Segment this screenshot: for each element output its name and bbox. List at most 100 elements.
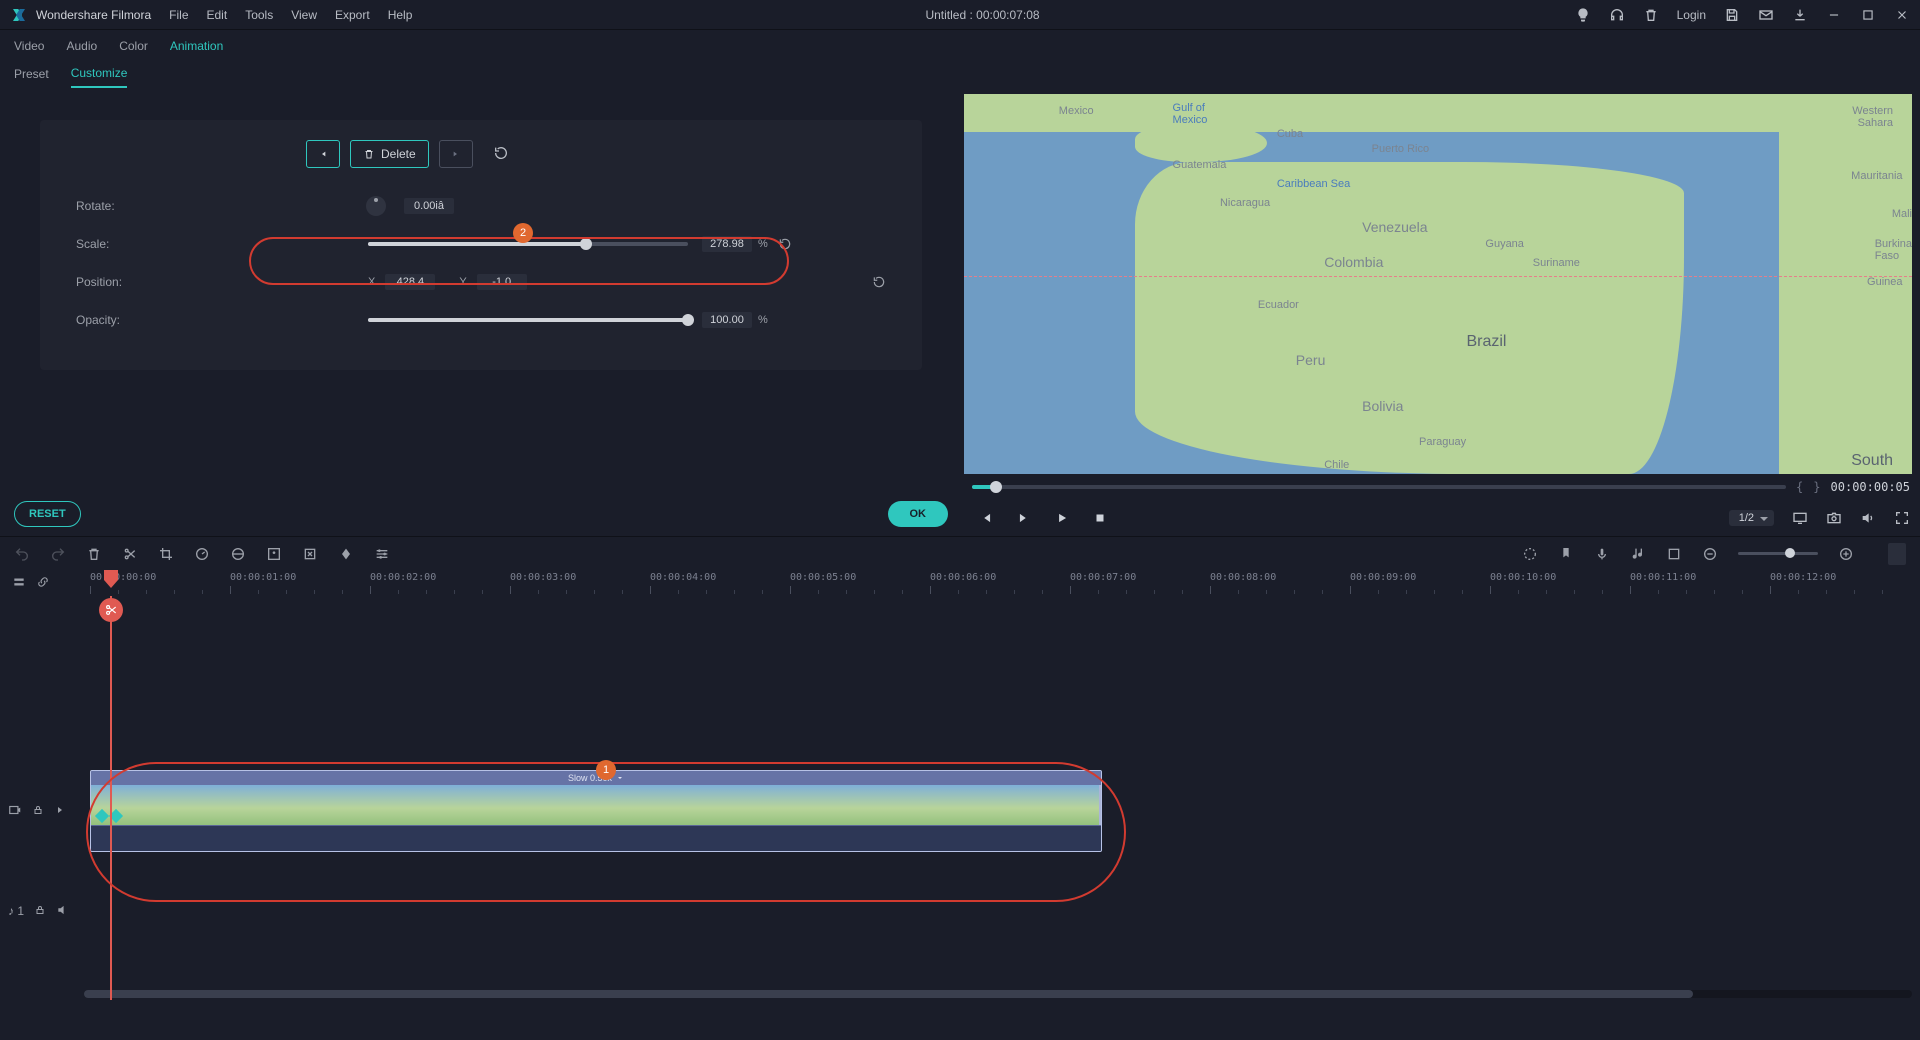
adjust-icon[interactable] [374, 546, 390, 562]
preview-scrub-slider[interactable] [972, 485, 1786, 489]
panel-footer: RESET OK [0, 492, 962, 536]
link-icon[interactable] [36, 575, 50, 592]
track-header-icon[interactable] [12, 575, 26, 592]
ok-button[interactable]: OK [888, 501, 949, 527]
rotate-dial[interactable] [366, 196, 386, 216]
crop-icon[interactable] [158, 546, 174, 562]
speed-icon[interactable] [194, 546, 210, 562]
fit-screen-icon[interactable] [302, 546, 318, 562]
preview-quality-dropdown[interactable]: 1/2 [1729, 510, 1774, 526]
next-frame-button[interactable] [1016, 510, 1032, 526]
save-icon[interactable] [1724, 7, 1740, 23]
green-screen-icon[interactable] [266, 546, 282, 562]
map-label: Brazil [1466, 333, 1506, 351]
position-x-value[interactable]: 428.4 [385, 274, 435, 290]
window-close-icon[interactable] [1894, 7, 1910, 23]
track-video-icon[interactable] [8, 803, 22, 820]
map-label: Ecuador [1258, 299, 1299, 311]
track-mute-icon[interactable] [56, 903, 70, 920]
map-label: Peru [1296, 352, 1326, 368]
reset-keyframe-icon[interactable] [493, 145, 509, 164]
lightbulb-icon[interactable] [1575, 7, 1591, 23]
split-icon[interactable] [122, 546, 138, 562]
map-label: Venezuela [1362, 219, 1427, 235]
mail-icon[interactable] [1758, 7, 1774, 23]
tab-audio[interactable]: Audio [66, 39, 97, 53]
tab-color[interactable]: Color [119, 39, 148, 53]
tab-video[interactable]: Video [14, 39, 44, 53]
scale-slider[interactable] [368, 242, 688, 246]
trash-icon[interactable] [1643, 7, 1659, 23]
voiceover-icon[interactable] [1594, 546, 1610, 562]
audio-track-body[interactable] [84, 896, 1920, 926]
redo-icon[interactable] [50, 546, 66, 562]
timeline-ruler[interactable]: 00:00:00:0000:00:01:0000:00:02:0000:00:0… [84, 570, 1920, 596]
track-lock-icon[interactable] [34, 904, 46, 919]
playhead-knob-icon[interactable] [102, 570, 120, 592]
keyframe-icon[interactable] [338, 546, 354, 562]
zoom-out-icon[interactable] [1702, 546, 1718, 562]
menu-edit[interactable]: Edit [207, 8, 228, 22]
timeline-view-toggle[interactable] [1888, 543, 1906, 565]
video-track-body[interactable]: Slow 0.50x Map Only [84, 766, 1920, 856]
position-reset-icon[interactable] [872, 275, 886, 289]
menu-help[interactable]: Help [388, 8, 413, 22]
next-keyframe-button[interactable] [439, 140, 473, 168]
preview-canvas[interactable]: Mexico Gulf of Mexico Cuba Puerto Rico C… [964, 94, 1912, 474]
reset-button[interactable]: RESET [14, 501, 81, 527]
marker-icon[interactable] [1558, 546, 1574, 562]
track-toggle-icon[interactable] [54, 804, 66, 819]
rotate-value[interactable]: 0.00iâ [404, 198, 454, 214]
play-button[interactable] [1054, 510, 1070, 526]
delete-keyframe-button[interactable]: Delete [350, 140, 429, 168]
tab-animation[interactable]: Animation [170, 39, 223, 53]
playhead-split-icon[interactable] [99, 598, 123, 622]
preview-audio-icon[interactable] [1860, 510, 1876, 526]
animation-sub-tabs: Preset Customize [0, 62, 1920, 92]
download-icon[interactable] [1792, 7, 1808, 23]
zoom-slider[interactable] [1738, 552, 1818, 555]
timeline-horizontal-scrollbar[interactable] [84, 990, 1912, 998]
login-link[interactable]: Login [1677, 8, 1706, 22]
menu-file[interactable]: File [169, 8, 188, 22]
menu-export[interactable]: Export [335, 8, 370, 22]
headphones-icon[interactable] [1609, 7, 1625, 23]
snap-icon[interactable] [1666, 546, 1682, 562]
map-label: Guinea [1867, 276, 1902, 288]
map-label: South [1851, 452, 1893, 470]
track-lock-icon[interactable] [32, 804, 44, 819]
prev-keyframe-button[interactable] [306, 140, 340, 168]
preview-display-icon[interactable] [1792, 510, 1808, 526]
scale-value[interactable]: 278.98 [702, 236, 752, 252]
map-label: Western Sahara [1852, 105, 1893, 129]
render-icon[interactable] [1522, 546, 1538, 562]
undo-icon[interactable] [14, 546, 30, 562]
map-label: Cuba [1277, 128, 1303, 140]
subtab-customize[interactable]: Customize [71, 66, 128, 88]
stop-button[interactable] [1092, 510, 1108, 526]
color-match-icon[interactable] [230, 546, 246, 562]
position-y-value[interactable]: -1.0 [477, 274, 527, 290]
category-tabs: Video Audio Color Animation [0, 30, 1920, 62]
window-minimize-icon[interactable] [1826, 7, 1842, 23]
prev-frame-button[interactable] [978, 510, 994, 526]
scale-reset-icon[interactable] [778, 237, 792, 251]
opacity-slider[interactable] [368, 318, 688, 322]
menu-view[interactable]: View [291, 8, 317, 22]
opacity-row: Opacity: 100.00 % [76, 304, 886, 336]
fullscreen-icon[interactable] [1894, 510, 1910, 526]
subtab-preset[interactable]: Preset [14, 67, 49, 87]
snapshot-icon[interactable] [1826, 510, 1842, 526]
menu-tools[interactable]: Tools [245, 8, 273, 22]
playhead[interactable] [110, 596, 112, 1000]
video-clip[interactable]: Slow 0.50x Map Only [90, 770, 1102, 852]
preview-pane: Mexico Gulf of Mexico Cuba Puerto Rico C… [962, 92, 1920, 536]
map-label: Guatemala [1173, 159, 1227, 171]
opacity-value[interactable]: 100.00 [702, 312, 752, 328]
rotate-label: Rotate: [76, 199, 136, 213]
delete-icon[interactable] [86, 546, 102, 562]
map-label: Mexico [1059, 105, 1094, 117]
zoom-in-icon[interactable] [1838, 546, 1854, 562]
window-maximize-icon[interactable] [1860, 7, 1876, 23]
audio-mixer-icon[interactable] [1630, 546, 1646, 562]
